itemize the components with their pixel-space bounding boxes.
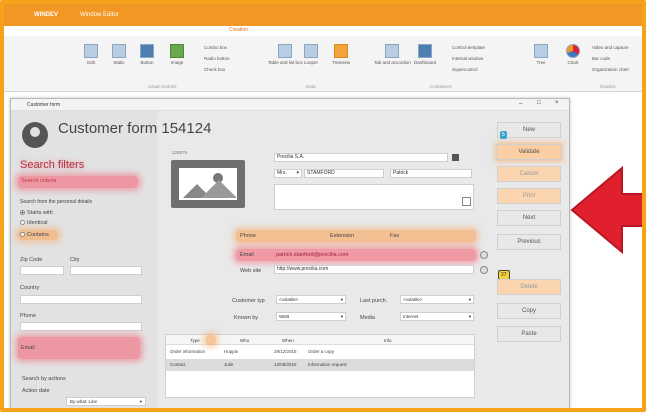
screenshot-frame (0, 0, 646, 412)
